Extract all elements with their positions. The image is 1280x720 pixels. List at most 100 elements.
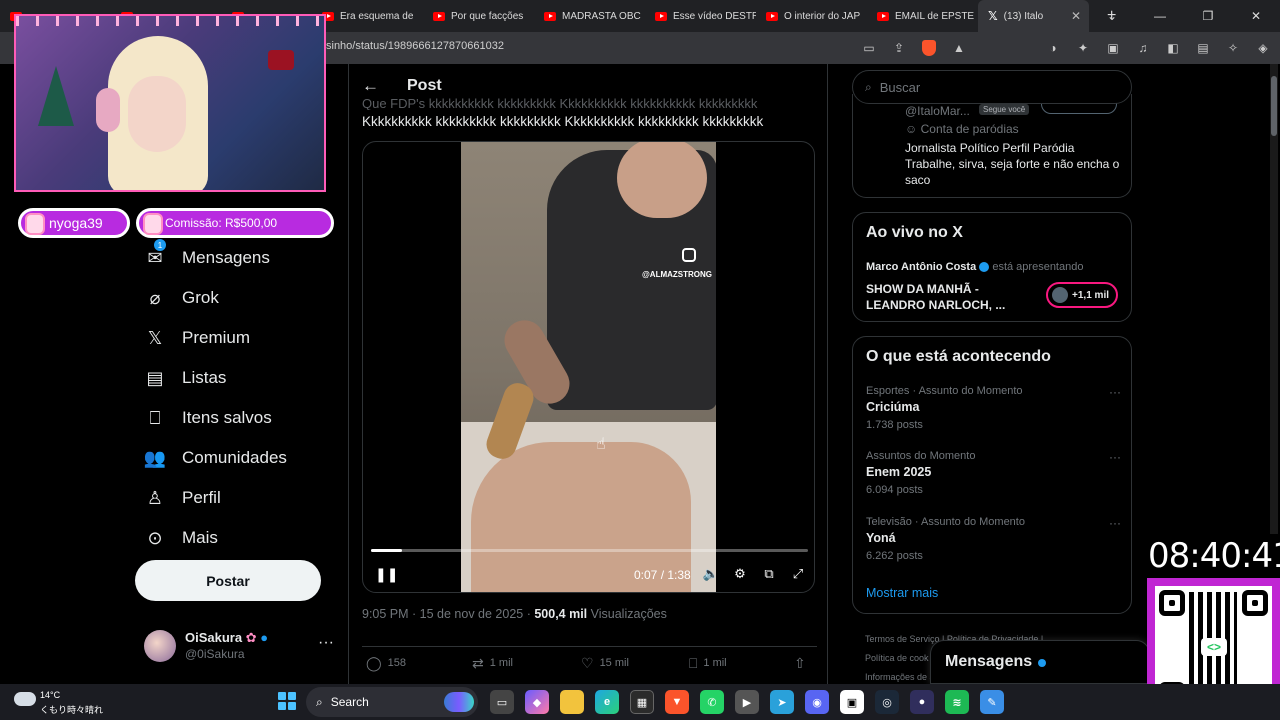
share-button[interactable]: ⇧: [794, 651, 806, 675]
reply-button[interactable]: ◯ 158: [366, 651, 406, 675]
paint-icon[interactable]: ✎: [980, 690, 1004, 714]
show-more-link[interactable]: Mostrar mais: [866, 586, 938, 600]
nav-item-lists[interactable]: ▤ Listas: [134, 358, 334, 398]
christmas-tree: [38, 66, 74, 126]
browser-tab[interactable]: EMAIL de EPSTE: [867, 0, 978, 32]
wallet-icon[interactable]: ▤: [1194, 39, 1212, 57]
close-tab-icon[interactable]: ✕: [1071, 9, 1081, 23]
repost-button[interactable]: ⇄ 1 mil: [472, 651, 513, 675]
scrollbar[interactable]: [1270, 64, 1278, 534]
task-view-icon[interactable]: ▭: [490, 690, 514, 714]
instagram-icon: [682, 248, 696, 262]
nav-item-bookmarks[interactable]: ⎕ Itens salvos: [134, 398, 334, 438]
spotify-icon[interactable]: ≋: [945, 690, 969, 714]
browser-tab[interactable]: Esse vídeo DESTR: [645, 0, 756, 32]
telegram-icon[interactable]: ➤: [770, 690, 794, 714]
fullscreen-icon[interactable]: ⤢: [790, 566, 806, 582]
picture-in-picture-icon[interactable]: ⧉: [761, 566, 777, 582]
chevron-down-icon[interactable]: ⌄: [1088, 0, 1136, 32]
brave-rewards-icon[interactable]: ▲: [950, 39, 968, 57]
brave-shield-icon[interactable]: [920, 39, 938, 57]
more-dots-icon[interactable]: ···: [1109, 450, 1121, 464]
store-icon[interactable]: ▦: [630, 690, 654, 714]
video-frame[interactable]: @ALMAZSTRONG: [461, 142, 716, 592]
post-button[interactable]: Postar: [135, 560, 321, 601]
like-button[interactable]: ♡ 15 mil: [581, 651, 629, 675]
livepix-icon: <>: [1201, 638, 1227, 656]
browser-tab[interactable]: O interior do JAP: [756, 0, 867, 32]
more-dots-icon[interactable]: ···: [318, 634, 334, 652]
nav-item-more[interactable]: ⊙ Mais: [134, 518, 334, 558]
bookmark-button[interactable]: ⎕ 1 mil: [689, 651, 727, 675]
browser-tab[interactable]: Era esquema de: [312, 0, 423, 32]
app-icon[interactable]: ▣: [840, 690, 864, 714]
brave-icon[interactable]: ▼: [665, 690, 689, 714]
volume-icon[interactable]: 🔈: [703, 566, 719, 582]
nav-item-communities[interactable]: 👥 Comunidades: [134, 438, 334, 478]
copilot-icon[interactable]: ◆: [525, 690, 549, 714]
streamer-face: [128, 76, 186, 152]
account-switcher[interactable]: OiSakura ✿ ● @0iSakura ···: [144, 628, 334, 664]
more-dots-icon[interactable]: ···: [1109, 516, 1121, 530]
translate-icon[interactable]: ◑: [1044, 39, 1062, 57]
video-player[interactable]: @ALMAZSTRONG ❚❚ 0:07 / 1:38 🔈 ⚙ ⧉ ⤢ ☝: [362, 141, 815, 593]
back-arrow-icon[interactable]: ←: [362, 76, 379, 96]
browser-tab[interactable]: Por que facções: [423, 0, 534, 32]
more-dots-icon[interactable]: ···: [1109, 385, 1121, 399]
maximize-button[interactable]: ❐: [1184, 0, 1232, 32]
obs-icon[interactable]: ●: [910, 690, 934, 714]
post-column: ← Post Que FDP's kkkkkkkkkk kkkkkkkkk Kk…: [348, 64, 828, 684]
more-circle-icon: ⊙: [147, 527, 163, 548]
live-show-title[interactable]: SHOW DA MANHÃ - LEANDRO NARLOCH, ...: [866, 281, 1026, 313]
live-listeners-pill[interactable]: +1,1 mil: [1046, 282, 1118, 308]
messages-drawer[interactable]: Mensagens: [930, 640, 1150, 684]
page-title: Post: [407, 77, 442, 94]
nav-item-grok[interactable]: ⌀ Grok: [134, 278, 334, 318]
scrollbar-thumb[interactable]: [1271, 76, 1277, 136]
minimize-button[interactable]: —: [1136, 0, 1184, 32]
discord-icon[interactable]: ◉: [805, 690, 829, 714]
profile-handle[interactable]: @ItaloMar...: [905, 104, 970, 118]
vpn-icon[interactable]: ◈: [1254, 39, 1272, 57]
music-icon[interactable]: ♫: [1134, 39, 1152, 57]
cast-icon[interactable]: ▭: [860, 39, 878, 57]
nav-item-premium[interactable]: 𝕏 Premium: [134, 318, 334, 358]
search-input[interactable]: [879, 79, 1110, 95]
leo-icon[interactable]: ✧: [1224, 39, 1242, 57]
settings-gear-icon[interactable]: ⚙: [732, 566, 748, 582]
headset-icon: [96, 88, 120, 132]
webcam-overlay: [14, 14, 326, 192]
video-icon[interactable]: ▶: [735, 690, 759, 714]
person-icon: ♙: [146, 487, 164, 508]
screenshot-icon[interactable]: ▣: [1104, 39, 1122, 57]
close-window-button[interactable]: ✕: [1232, 0, 1280, 32]
whatsapp-icon[interactable]: ✆: [700, 690, 724, 714]
puzzle-icon[interactable]: ✦: [1074, 39, 1092, 57]
video-progress-bar[interactable]: [371, 549, 808, 552]
share-icon[interactable]: ⇪: [890, 39, 908, 57]
left-nav: ✉ 1 Mensagens ⌀ Grok 𝕏 Premium ▤ Listas ⎕ Iten…: [134, 238, 334, 558]
url-text[interactable]: sinho/status/1989666127870661032: [326, 40, 504, 52]
follows-you-badge: Segue você: [979, 104, 1030, 115]
taskbar-search[interactable]: ⌕ Search: [306, 687, 478, 717]
trend-item[interactable]: Esportes · Assunto do Momento Criciúma 1…: [866, 385, 1121, 431]
search-box[interactable]: ⌕: [852, 70, 1132, 104]
windows-start-icon[interactable]: [278, 692, 296, 710]
account-name: OiSakura ✿ ●: [185, 630, 269, 645]
chat-alert: nyoga39: [18, 208, 130, 238]
pause-icon[interactable]: ❚❚: [375, 566, 398, 583]
browser-tab-active[interactable]: 𝕏 (13) Italo ✕: [978, 0, 1089, 32]
copilot-search-icon: [444, 692, 474, 712]
folder-icon[interactable]: [560, 690, 584, 714]
browser-tab[interactable]: MADRASTA OBC: [534, 0, 645, 32]
sidebar-icon[interactable]: ◧: [1164, 39, 1182, 57]
extension-icons: ◑ ✦ ▣ ♫ ◧ ▤ ✧ ◈ ≡: [1044, 39, 1280, 57]
nav-item-messages[interactable]: ✉ 1 Mensagens: [134, 238, 334, 278]
nav-item-profile[interactable]: ♙ Perfil: [134, 478, 334, 518]
steam-icon[interactable]: ◎: [875, 690, 899, 714]
trend-item[interactable]: Assuntos do Momento Enem 2025 6.094 post…: [866, 450, 1121, 496]
edge-icon[interactable]: e: [595, 690, 619, 714]
trend-item[interactable]: Televisão · Assunto do Momento Yoná 6.26…: [866, 516, 1121, 562]
window-controls: ⌄ — ❐ ✕: [1088, 0, 1280, 32]
post-meta: 9:05 PM · 15 de nov de 2025 · 500,4 mil …: [362, 607, 667, 621]
